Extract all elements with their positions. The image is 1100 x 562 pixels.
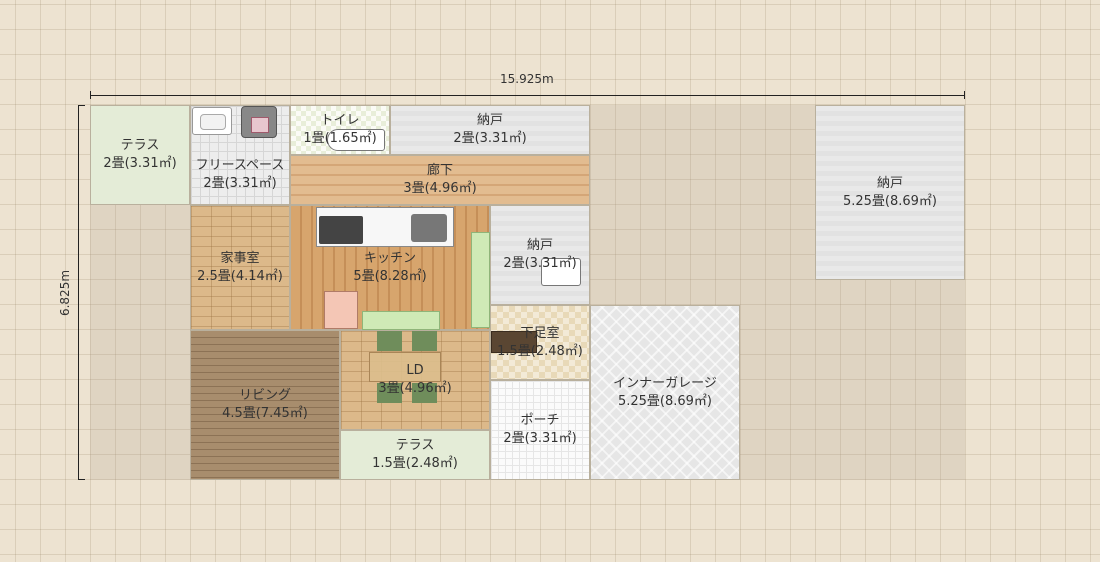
room-name: 下足室 [520, 325, 560, 341]
kitchen-counter-icon [471, 232, 490, 328]
room-name: リビング [238, 388, 291, 403]
dining-table-icon [369, 352, 441, 382]
room-utility[interactable]: 家事室 2.5畳(4.14㎡) [190, 205, 290, 330]
room-storage-east[interactable]: 納戸 5.25畳(8.69㎡) [815, 105, 965, 280]
room-area: 4.5畳(7.45㎡) [222, 406, 308, 421]
width-dimension-label: 15.925m [500, 72, 554, 86]
room-inner-garage[interactable]: インナーガレージ 5.25畳(8.69㎡) [590, 305, 740, 480]
room-name: 納戸 [476, 113, 503, 128]
stove-icon [316, 207, 454, 247]
room-storage-north[interactable]: 納戸 2畳(3.31㎡) [390, 105, 590, 155]
room-area: 2畳(3.31㎡) [203, 176, 277, 191]
room-terrace-south[interactable]: テラス 1.5畳(2.48㎡) [340, 430, 490, 480]
room-area: 5畳(8.28㎡) [353, 268, 427, 284]
height-dimension-tick-bottom [78, 479, 85, 480]
room-name: テラス [395, 438, 435, 453]
width-dimension-tick-right [964, 91, 965, 99]
height-dimension-line [78, 105, 79, 480]
room-area: 3畳(4.96㎡) [378, 381, 452, 396]
room-area: 2畳(3.31㎡) [453, 131, 527, 146]
room-name: LD [406, 363, 424, 378]
washing-machine-icon [241, 106, 277, 138]
cabinet-icon [324, 291, 358, 329]
room-area: 1畳(1.65㎡) [303, 131, 377, 146]
room-storage-center[interactable]: 納戸 2畳(3.31㎡) [490, 205, 590, 305]
room-name: キッチン [363, 250, 416, 266]
room-area: 2畳(3.31㎡) [503, 431, 577, 446]
room-toilet[interactable]: トイレ 1畳(1.65㎡) [290, 105, 390, 155]
room-area: 3畳(4.96㎡) [403, 181, 477, 196]
height-dimension-label: 6.825m [58, 269, 73, 317]
room-area: 1.5畳(2.48㎡) [372, 456, 458, 471]
chair-icon [377, 331, 402, 351]
room-name: トイレ [320, 113, 360, 128]
room-terrace-west[interactable]: テラス 2畳(3.31㎡) [90, 105, 190, 205]
width-dimension-tick-left [90, 91, 91, 99]
room-area: 5.25畳(8.69㎡) [842, 193, 938, 209]
bench-icon [362, 311, 440, 330]
room-area: 2.5畳(4.14㎡) [197, 268, 283, 284]
washbasin-icon [192, 107, 232, 135]
room-porch[interactable]: ポーチ 2畳(3.31㎡) [490, 380, 590, 480]
height-dimension-tick-top [78, 105, 85, 106]
room-area: 1.5畳(2.48㎡) [497, 343, 583, 359]
width-dimension-line [90, 95, 965, 96]
room-area: 5.25畳(8.69㎡) [617, 393, 713, 409]
room-name: 納戸 [526, 238, 553, 253]
room-name: ポーチ [520, 413, 560, 428]
room-name: 納戸 [876, 175, 903, 191]
chair-icon [412, 331, 437, 351]
room-area: 2畳(3.31㎡) [103, 156, 177, 171]
room-living[interactable]: リビング 4.5畳(7.45㎡) [190, 330, 340, 480]
room-hallway[interactable]: 廊下 3畳(4.96㎡) [290, 155, 590, 205]
room-name: インナーガレージ [613, 375, 717, 391]
room-name: 家事室 [220, 250, 260, 266]
room-name: 廊下 [426, 163, 453, 178]
room-name: フリースペース [195, 158, 285, 173]
room-area: 2畳(3.31㎡) [503, 256, 577, 271]
room-name: テラス [120, 138, 160, 153]
room-shoe-room[interactable]: 下足室 1.5畳(2.48㎡) [490, 305, 590, 380]
